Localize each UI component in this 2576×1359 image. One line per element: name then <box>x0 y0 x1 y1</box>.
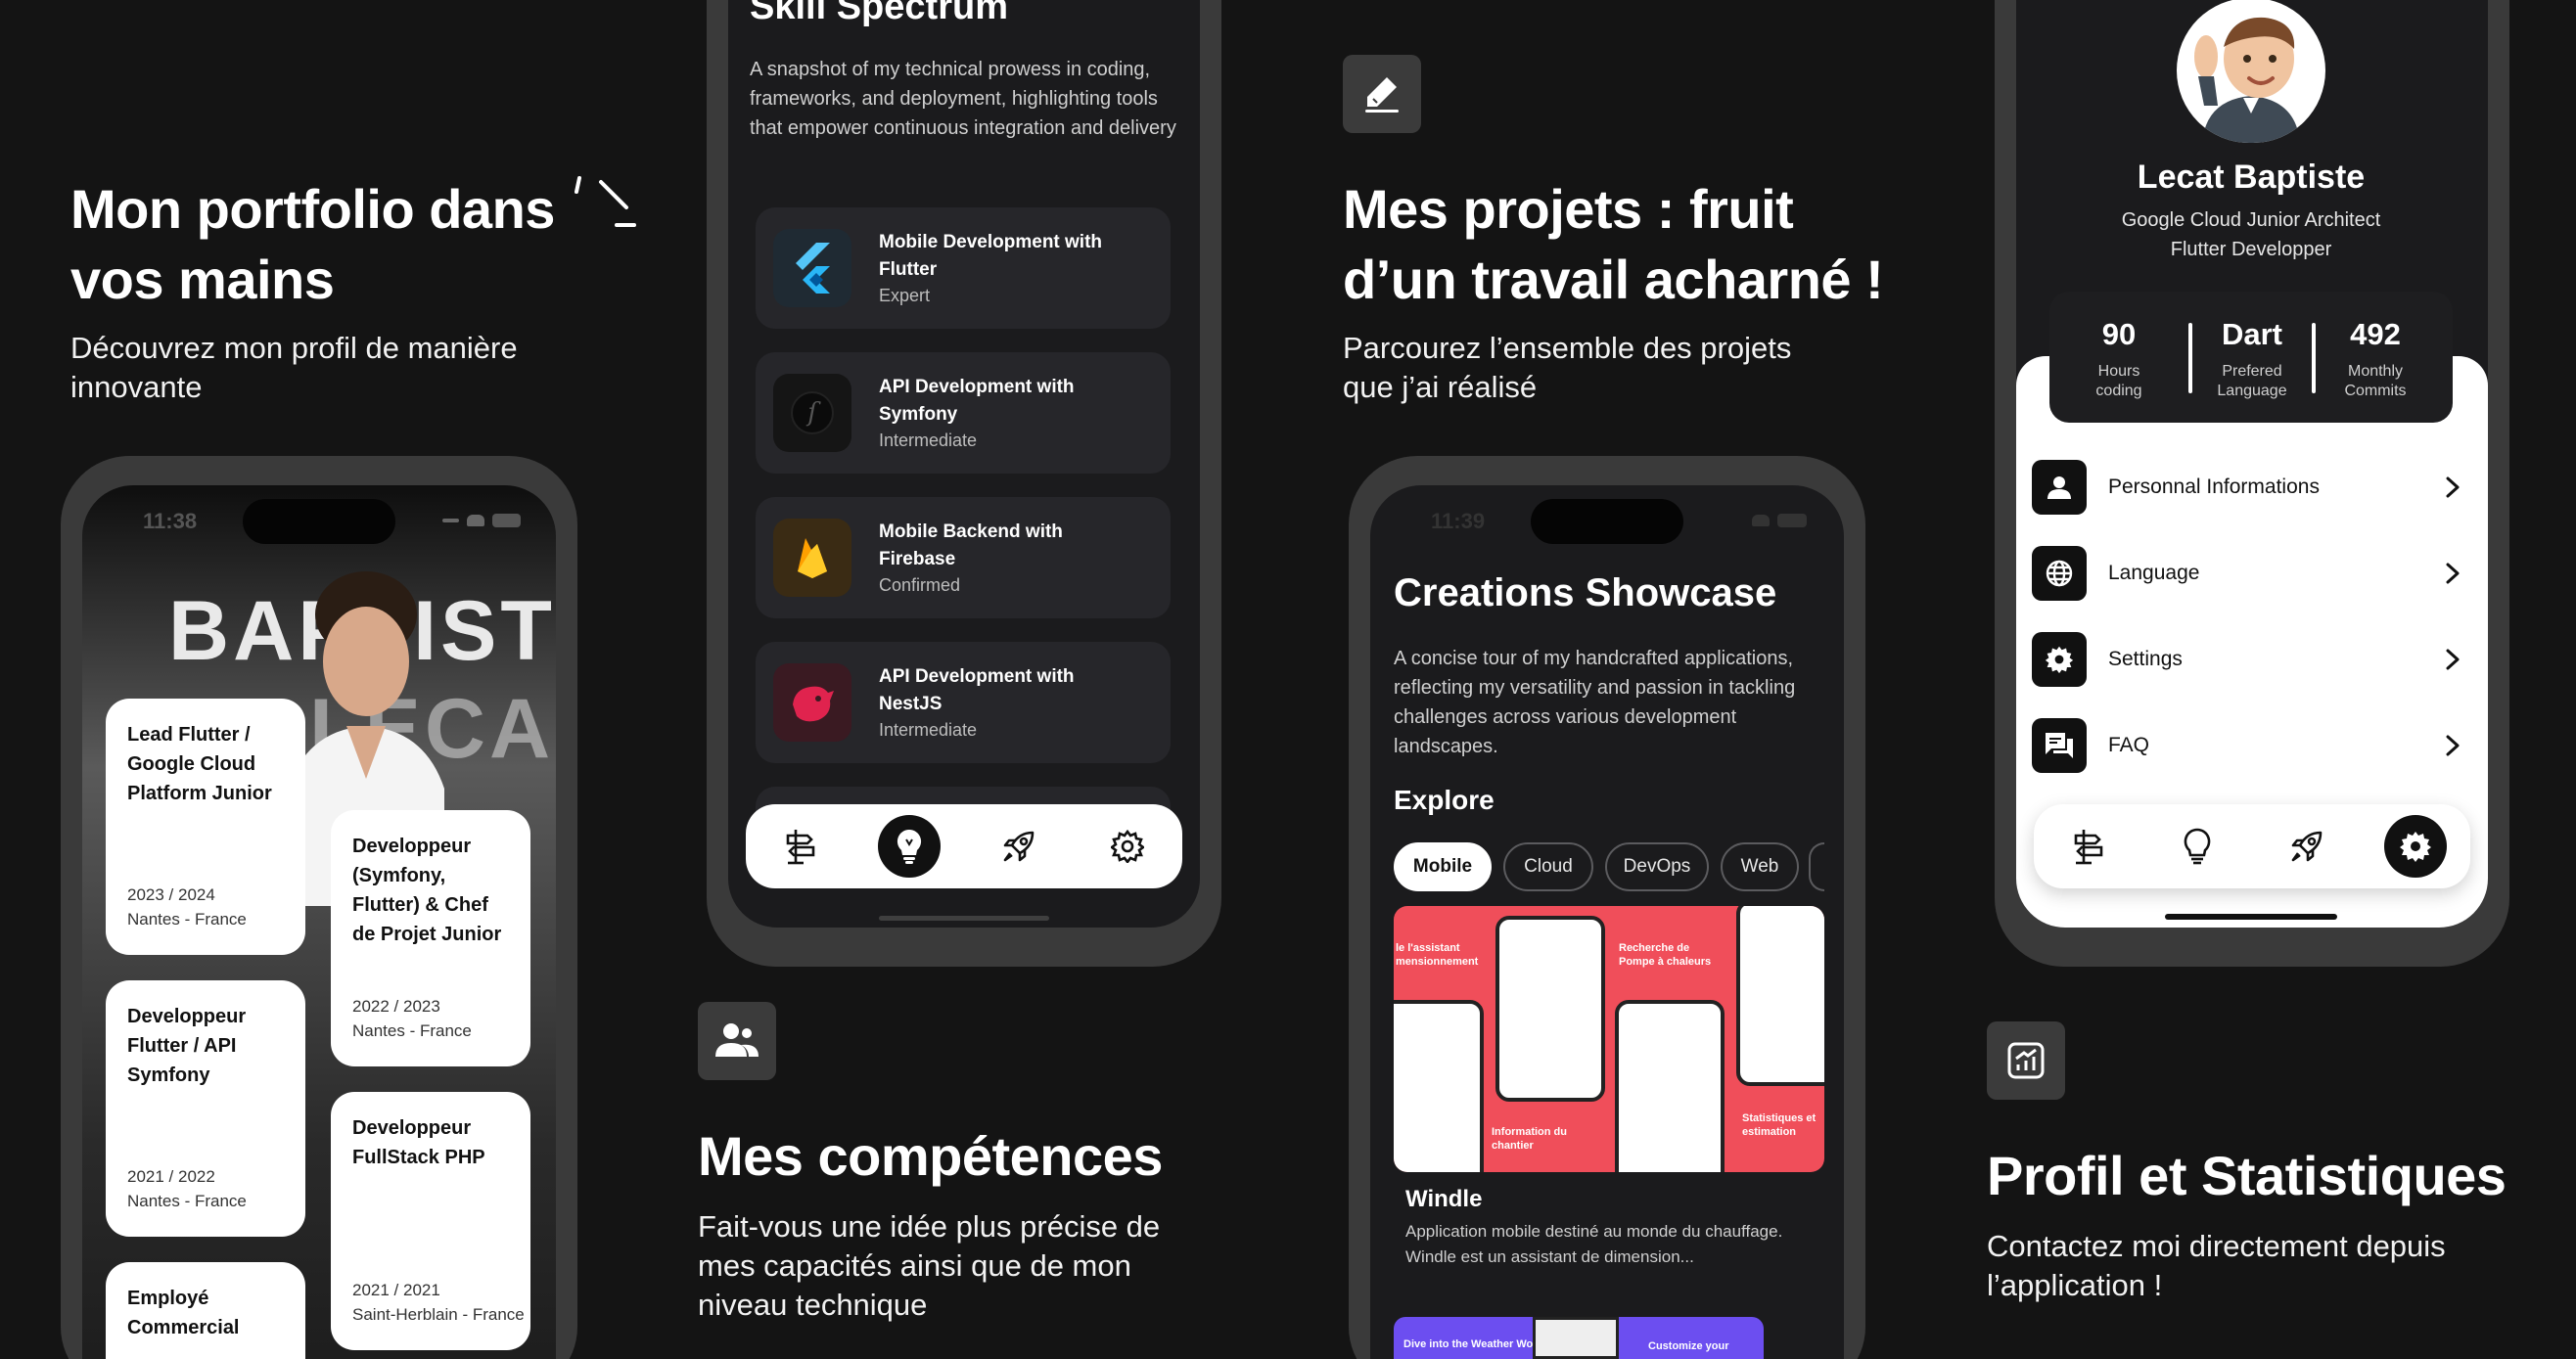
flutter-logo-icon <box>773 229 851 307</box>
project-desc: Application mobile destiné au monde du c… <box>1405 1222 1783 1266</box>
panel2-subtitle: Fait-vous une idée plus précise de mes c… <box>698 1209 1161 1322</box>
stats-card: 90 Hours coding Dart Prefered Language 492… <box>2049 292 2453 423</box>
mockup-phone <box>1533 1317 1619 1359</box>
banner-text: Dive into the Weather World <box>1403 1338 1547 1350</box>
experience-card[interactable]: Lead Flutter / Google Cloud Platform Jun… <box>106 699 305 955</box>
status-time: 11:39 <box>1431 509 1486 533</box>
chip-mobile[interactable]: Mobile <box>1394 842 1492 891</box>
project-name: Windle <box>1405 1186 1483 1212</box>
menu-settings[interactable]: Settings <box>2032 630 2462 689</box>
chevron-right-icon <box>2446 563 2460 584</box>
panel1-title: Mon portfolio dans vos mains <box>70 178 555 310</box>
project-banner-weather[interactable]: Dive into the Weather World Customize yo… <box>1394 1317 1764 1359</box>
gear-icon <box>2032 632 2087 687</box>
avatar <box>2177 0 2325 143</box>
bottom-nav-skills <box>746 804 1182 888</box>
mockup-phone <box>1495 916 1605 1102</box>
signpost-icon[interactable] <box>769 815 832 878</box>
experience-card[interactable]: Developpeur FullStack PHP 2021 / 2021 Sai… <box>331 1092 530 1350</box>
dynamic-island <box>243 499 395 544</box>
panel3-subtitle: Parcourez l’ensemble des projets que j’a… <box>1343 331 1792 404</box>
gear-icon[interactable] <box>1096 815 1159 878</box>
projects-screen-desc: A concise tour of my handcrafted applica… <box>1394 648 1796 757</box>
panel2-title: Mes compétences <box>698 1125 1163 1187</box>
banner-text: le l'assistant mensionnement <box>1396 942 1479 968</box>
pen-icon <box>1343 55 1421 133</box>
menu-faq[interactable]: FAQ <box>2032 716 2462 775</box>
chevron-right-icon <box>2446 735 2460 756</box>
home-indicator <box>879 916 1049 921</box>
mockup-phone <box>1394 1000 1484 1172</box>
chip-devops[interactable]: DevOps <box>1605 842 1709 891</box>
rocket-icon[interactable] <box>988 815 1050 878</box>
chip-more[interactable] <box>1809 842 1824 891</box>
nestjs-logo-icon <box>773 663 851 742</box>
stat-language: Dart Prefered Language <box>2217 317 2287 399</box>
stat-divider <box>2312 323 2316 393</box>
status-time: 11:38 <box>143 509 198 533</box>
dynamic-island <box>1531 499 1683 544</box>
experience-card[interactable]: Developpeur Flutter / API Symfony 2021 /… <box>106 980 305 1237</box>
mockup-phone <box>1615 1000 1725 1172</box>
skill-card[interactable]: Mobile Backend with Firebase Confirmed <box>756 497 1171 618</box>
skills-screen-title: Skill Spectrum <box>750 0 1008 27</box>
lightbulb-icon[interactable] <box>2166 815 2229 878</box>
globe-icon <box>2032 546 2087 601</box>
bottom-nav-profile <box>2034 804 2470 888</box>
status-icons <box>1752 513 1811 528</box>
projects-screen-title: Creations Showcase <box>1394 571 1777 614</box>
rocket-icon[interactable] <box>2276 815 2338 878</box>
chip-web[interactable]: Web <box>1721 842 1799 891</box>
panel4-title: Profil et Statistiques <box>1987 1145 2507 1206</box>
status-icons <box>442 513 521 528</box>
panel3-title: Mes projets : fruit d’un travail acharné… <box>1343 178 1884 310</box>
firebase-logo-icon <box>773 519 851 597</box>
banner-text: Statistiques et estimation <box>1742 1112 1817 1138</box>
banner-text: Information du chantier <box>1492 1126 1567 1152</box>
mockup-phone <box>1736 906 1824 1086</box>
stat-divider <box>2188 323 2192 393</box>
panel1-subtitle: Découvrez mon profil de manière innovant… <box>70 331 518 404</box>
menu-personal-info[interactable]: Personnal Informations <box>2032 458 2462 517</box>
sparkle-icon <box>575 176 636 227</box>
banner-text: Recherche de Pompe à chaleurs <box>1619 942 1712 968</box>
banner-text: Customize your <box>1648 1340 1729 1352</box>
panel4-subtitle: Contactez moi directement depuis l’appli… <box>1987 1229 2446 1302</box>
profile-name: Lecat Baptiste <box>2137 159 2366 196</box>
explore-label: Explore <box>1394 785 1495 815</box>
project-banner-windle[interactable]: le l'assistant mensionnement windle Rech… <box>1394 906 1824 1172</box>
home-indicator <box>2165 914 2337 920</box>
experience-card[interactable]: Developpeur (Symfony, Flutter) & Chef de… <box>331 810 530 1066</box>
skill-card[interactable]: API Development with NestJS Intermediate <box>756 642 1171 763</box>
lightbulb-icon[interactable] <box>878 815 942 878</box>
stat-commits: 492 Monthly Commits <box>2344 317 2407 399</box>
stat-hours: 90 Hours coding <box>2095 317 2142 399</box>
skill-card[interactable]: ſ API Development with Symfony Intermedi… <box>756 352 1171 474</box>
person-icon <box>2032 460 2087 515</box>
chart-icon <box>1987 1021 2065 1100</box>
experience-card[interactable]: Employé Commercial <box>106 1262 305 1359</box>
skill-card[interactable]: Mobile Development with Flutter Expert <box>756 207 1171 329</box>
chevron-right-icon <box>2446 476 2460 498</box>
skills-screen-desc: A snapshot of my technical prowess in co… <box>750 59 1176 139</box>
symfony-logo-icon: ſ <box>773 374 851 452</box>
menu-language[interactable]: Language <box>2032 544 2462 603</box>
chevron-right-icon <box>2446 649 2460 670</box>
profile-role: Google Cloud Junior Architect Flutter De… <box>2121 209 2381 260</box>
gear-icon[interactable] <box>2384 815 2448 878</box>
signpost-icon[interactable] <box>2057 815 2120 878</box>
chip-cloud[interactable]: Cloud <box>1503 842 1593 891</box>
users-icon <box>698 1002 776 1080</box>
chat-icon <box>2032 718 2087 773</box>
